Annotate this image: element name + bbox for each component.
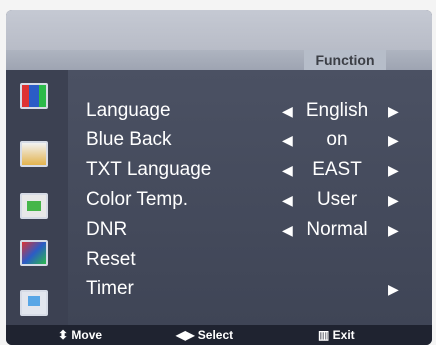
left-arrow-icon[interactable]: ◀ <box>282 187 293 213</box>
category-icons <box>6 70 68 325</box>
right-arrow-icon[interactable]: ▶ <box>388 127 399 153</box>
function-icon[interactable] <box>20 240 48 266</box>
menu-item-label: Language <box>86 100 171 121</box>
menu-item-label: Timer <box>86 278 134 299</box>
move-hint: ⬍ Move <box>58 328 103 342</box>
menu-item-label: DNR <box>86 219 128 240</box>
menu-item-value: on <box>326 129 348 150</box>
menu-item-dnr[interactable]: DNR ◀ Normal ▶ <box>86 217 412 243</box>
menu-item-value: English <box>305 100 369 121</box>
channel-icon[interactable] <box>20 193 48 219</box>
screen-icon[interactable] <box>20 290 48 316</box>
menu-item-label: Color Temp. <box>86 189 189 210</box>
left-arrow-icon[interactable]: ◀ <box>282 157 293 183</box>
menu-item-language[interactable]: Language ◀ English ▶ <box>86 98 412 124</box>
menu-item-timer[interactable]: Timer ▶ <box>86 276 412 302</box>
menu-item-label: Blue Back <box>86 129 172 150</box>
menu-item-value: EAST <box>312 159 362 180</box>
menu-item-label: TXT Language <box>86 159 212 180</box>
key-hint-bar: ⬍ Move ◀▶ Select ▥ Exit <box>6 325 432 345</box>
left-arrow-icon[interactable]: ◀ <box>282 127 293 153</box>
exit-hint: ▥ Exit <box>318 328 355 342</box>
menu-item-color-temp[interactable]: Color Temp. ◀ User ▶ <box>86 187 412 213</box>
menu-item-reset[interactable]: Reset <box>86 247 412 273</box>
menu-header: Function <box>6 50 432 70</box>
left-arrow-icon[interactable]: ◀ <box>282 98 293 124</box>
tv-osd-window: Function Language ◀ English ▶ Blue Back … <box>6 10 432 345</box>
menu-item-blue-back[interactable]: Blue Back ◀ on ▶ <box>86 127 412 153</box>
top-bar <box>6 10 432 50</box>
sound-icon[interactable] <box>20 141 48 167</box>
menu-item-txt-language[interactable]: TXT Language ◀ EAST ▶ <box>86 157 412 183</box>
picture-icon[interactable] <box>20 83 48 109</box>
right-arrow-icon[interactable]: ▶ <box>388 98 399 124</box>
right-arrow-icon[interactable]: ▶ <box>388 187 399 213</box>
left-arrow-icon[interactable]: ◀ <box>282 217 293 243</box>
right-arrow-icon[interactable]: ▶ <box>388 276 399 302</box>
right-arrow-icon[interactable]: ▶ <box>388 217 399 243</box>
right-arrow-icon[interactable]: ▶ <box>388 157 399 183</box>
menu-panel: Language ◀ English ▶ Blue Back ◀ on ▶ TX… <box>6 70 432 325</box>
menu-item-value: User <box>316 189 358 210</box>
menu-item-label: Reset <box>86 249 136 270</box>
select-hint: ◀▶ Select <box>176 328 234 342</box>
menu-title: Function <box>304 50 386 70</box>
menu-item-value: Normal <box>306 219 368 240</box>
